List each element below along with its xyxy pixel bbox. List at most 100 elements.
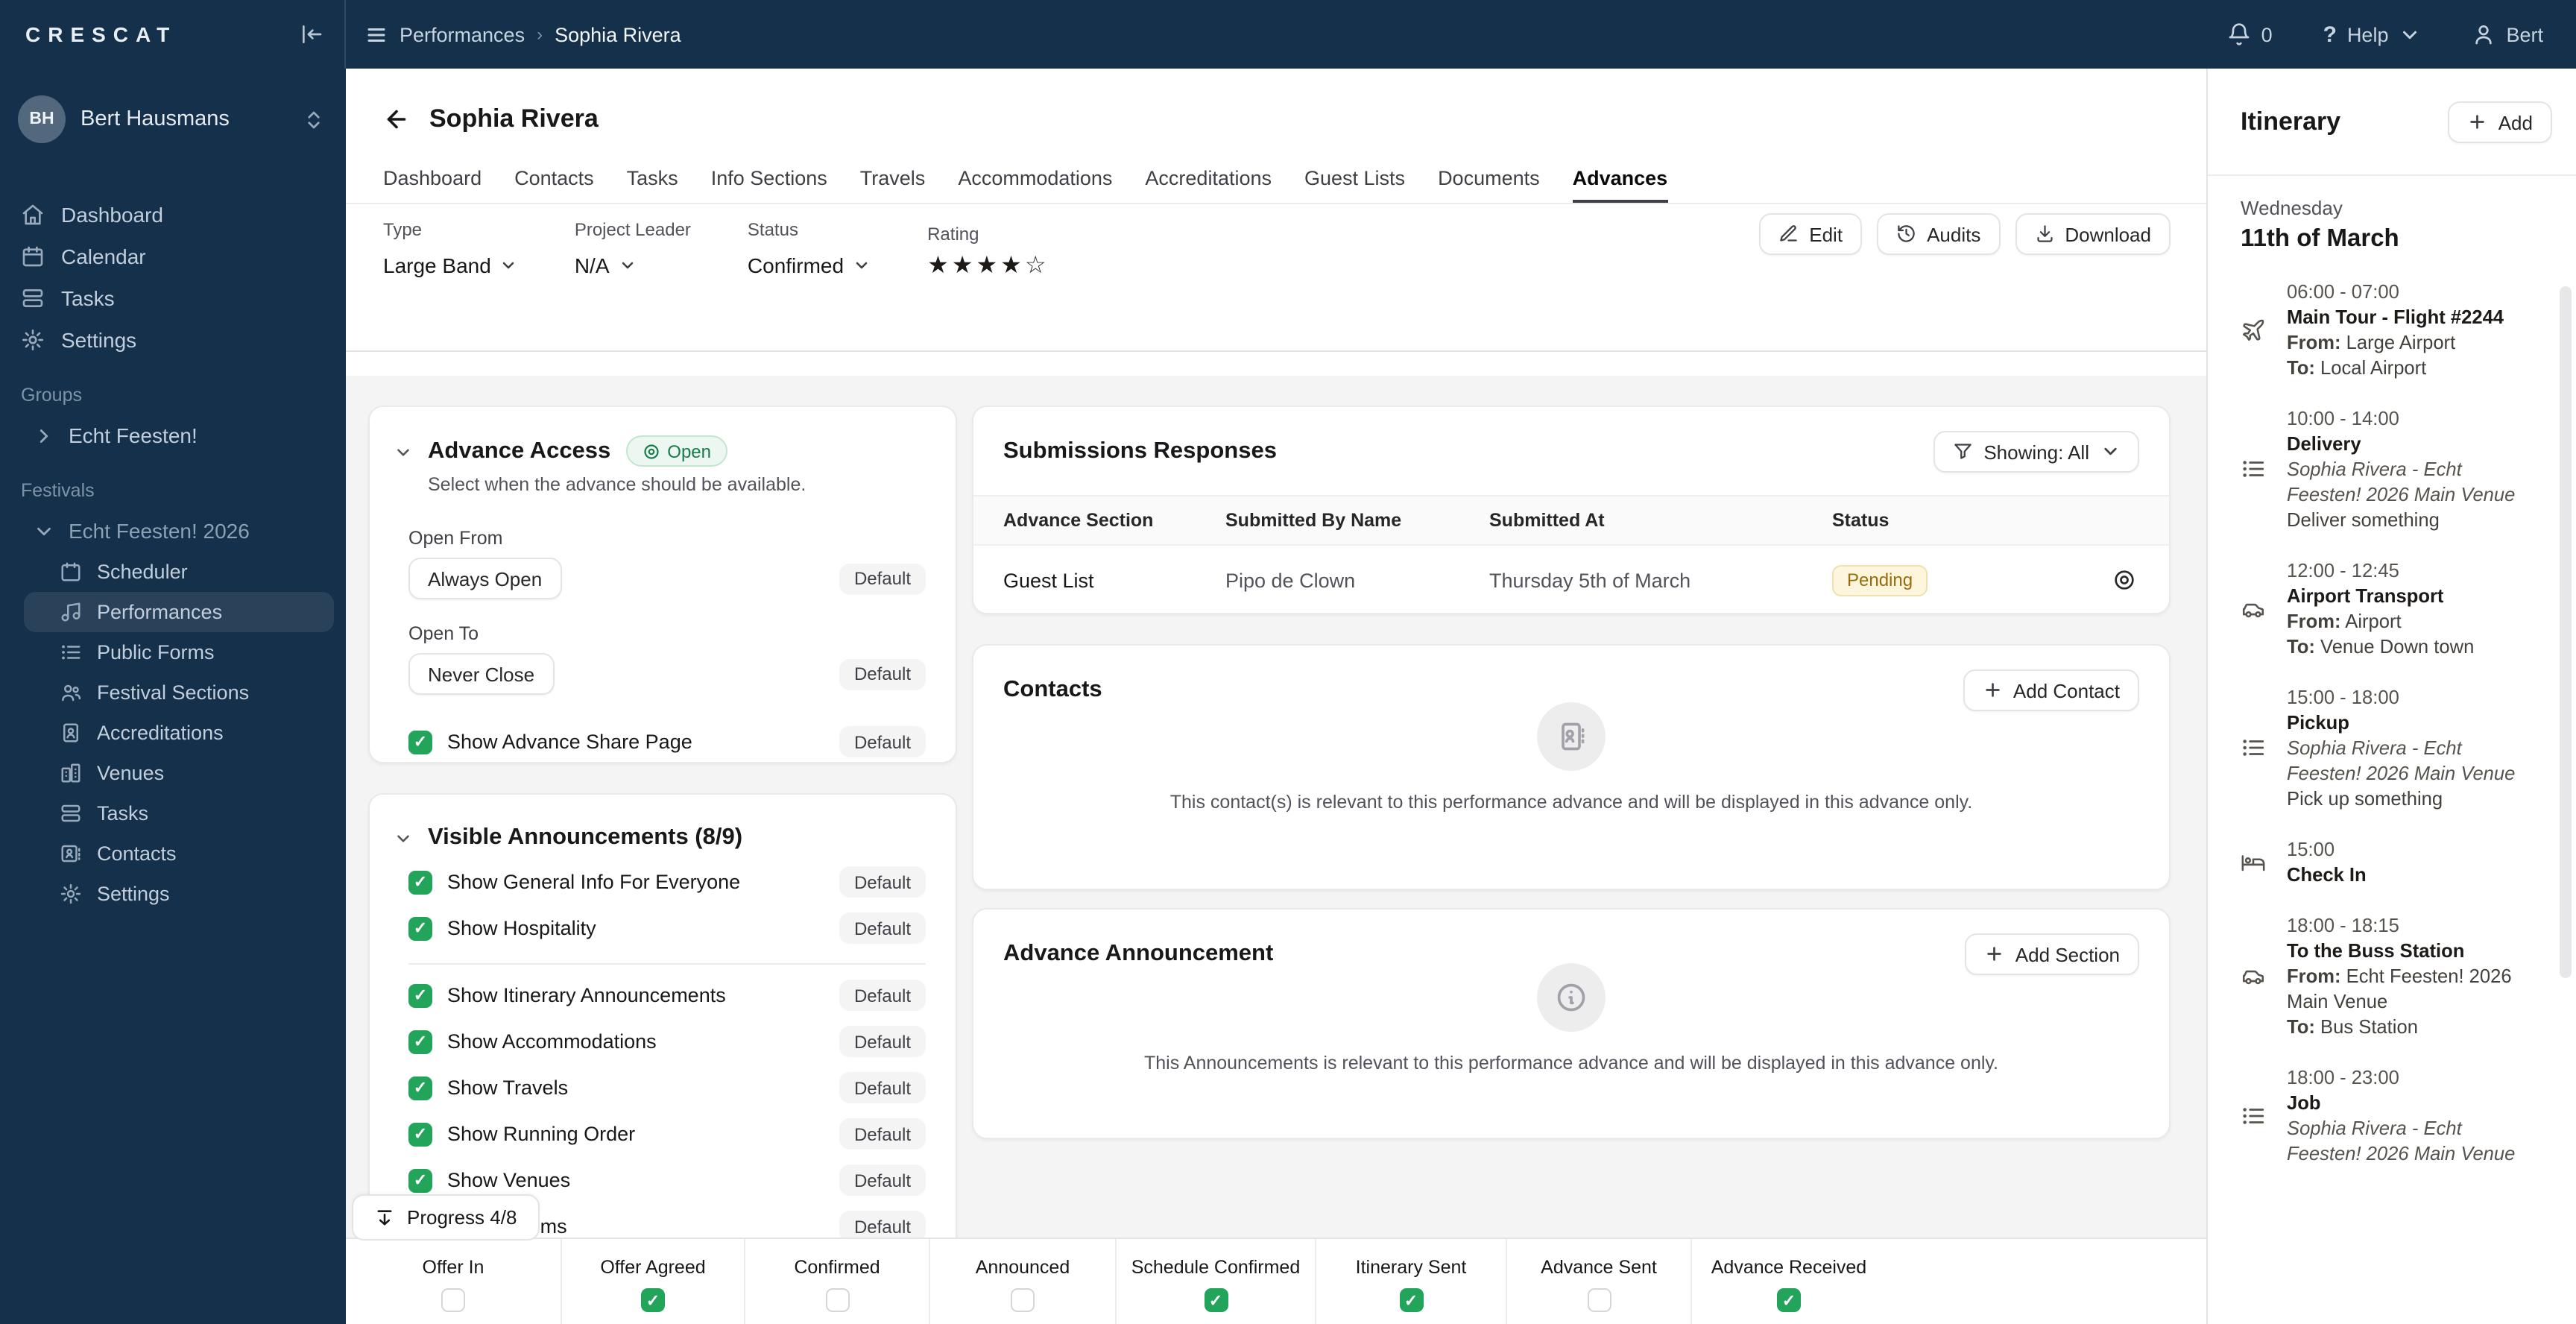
sidebar-item-label: Venues — [97, 762, 165, 784]
tab-travels[interactable]: Travels — [860, 167, 926, 203]
notifications-button[interactable]: 0 — [2227, 22, 2273, 46]
breadcrumb-section[interactable]: Performances — [400, 23, 525, 45]
submission-by: Pipo de Clown — [1225, 569, 1356, 591]
sidebar-item-accreditations[interactable]: Accreditations — [0, 713, 346, 753]
sidebar-item-festival-sections[interactable]: Festival Sections — [0, 672, 346, 713]
top-bar: CRESCAT Performances › Sophia Rivera 0 ?… — [0, 0, 2576, 69]
itinerary-event[interactable]: 15:00 - 18:00 Pickup Sophia Rivera - Ech… — [2241, 684, 2537, 811]
rating-stars[interactable]: ★★★★☆ — [927, 250, 1049, 280]
tab-accommodations[interactable]: Accommodations — [958, 167, 1112, 203]
sidebar-item-public-forms[interactable]: Public Forms — [0, 632, 346, 672]
collapse-chevron-icon[interactable] — [394, 443, 413, 462]
tab-documents[interactable]: Documents — [1438, 167, 1540, 203]
sidebar-festival-echt-feesten-2026[interactable]: Echt Feesten! 2026 — [0, 510, 346, 552]
status-checkbox[interactable] — [1204, 1288, 1228, 1312]
itinerary-event[interactable]: 18:00 - 18:15 To the Buss Station From: … — [2241, 912, 2537, 1039]
sidebar-user-name: Bert Hausmans — [80, 107, 230, 131]
tab-advances[interactable]: Advances — [1572, 167, 1668, 203]
announcement-checkbox[interactable] — [408, 1168, 432, 1192]
tab-accreditations[interactable]: Accreditations — [1145, 167, 1272, 203]
itinerary-scrollbar[interactable] — [2560, 286, 2572, 978]
itinerary-list[interactable]: Wednesday 11th of March 06:00 - 07:00 Ma… — [2208, 176, 2576, 1166]
announcement-label: Show Itinerary Announcements — [447, 984, 726, 1006]
audits-button[interactable]: Audits — [1877, 213, 2001, 255]
announcement-checkbox[interactable] — [408, 870, 432, 894]
status-checkbox[interactable] — [1011, 1288, 1035, 1312]
sidebar-item-scheduler[interactable]: Scheduler — [0, 552, 346, 592]
announcement-checkbox[interactable] — [408, 1122, 432, 1146]
open-from-button[interactable]: Always Open — [408, 558, 562, 599]
help-menu[interactable]: ? Help — [2323, 22, 2422, 47]
bed-icon — [2241, 849, 2269, 874]
sidebar-group-echt-feesten[interactable]: Echt Feesten! — [0, 414, 346, 456]
header-divider — [346, 350, 2206, 352]
announcement-checkbox[interactable] — [408, 916, 432, 940]
default-badge: Default — [839, 1164, 926, 1196]
open-to-label: Open To — [408, 623, 479, 644]
gear-icon — [60, 883, 81, 904]
edit-button[interactable]: Edit — [1759, 213, 1863, 255]
default-badge: Default — [839, 563, 926, 594]
submission-row[interactable]: Guest List Pipo de Clown Thursday 5th of… — [973, 546, 2169, 613]
share-page-label: Show Advance Share Page — [447, 731, 692, 753]
project-leader-dropdown[interactable]: N/A — [575, 253, 691, 277]
add-contact-button[interactable]: Add Contact — [1963, 669, 2139, 711]
itinerary-weekday: Wednesday — [2241, 197, 2343, 219]
itinerary-event[interactable]: 12:00 - 12:45 Airport Transport From: Ai… — [2241, 558, 2537, 659]
type-field: Type Large Band — [383, 219, 518, 277]
download-button[interactable]: Download — [2015, 213, 2171, 255]
tab-tasks[interactable]: Tasks — [627, 167, 678, 203]
collapse-chevron-icon[interactable] — [394, 828, 413, 848]
status-announced: Announced — [930, 1239, 1117, 1324]
type-dropdown[interactable]: Large Band — [383, 253, 518, 277]
chevron-down-icon — [856, 262, 868, 269]
sidebar-item-festival-tasks[interactable]: Tasks — [0, 793, 346, 833]
itinerary-event[interactable]: 06:00 - 07:00 Main Tour - Flight #2244 F… — [2241, 279, 2537, 380]
sidebar-item-venues[interactable]: Venues — [0, 753, 346, 793]
plus-icon — [1986, 683, 2000, 698]
sidebar-item-settings[interactable]: Settings — [0, 319, 346, 361]
view-submission-button[interactable] — [2112, 568, 2169, 592]
tab-dashboard[interactable]: Dashboard — [383, 167, 482, 203]
itinerary-event[interactable]: 15:00 Check In — [2241, 836, 2537, 887]
status-checkbox[interactable] — [641, 1288, 665, 1312]
add-itinerary-button[interactable]: Add — [2448, 101, 2552, 143]
sidebar-item-dashboard[interactable]: Dashboard — [0, 194, 346, 236]
share-page-checkbox[interactable] — [408, 730, 432, 754]
calendar-icon — [22, 246, 43, 267]
status-dropdown[interactable]: Confirmed — [748, 253, 871, 277]
event-venue: Sophia Rivera - Echt Feesten! 2026 Main … — [2287, 1117, 2516, 1164]
sidebar-item-performances[interactable]: Performances — [24, 592, 334, 632]
announcement-label: Show Running Order — [447, 1123, 636, 1145]
announcement-checkbox[interactable] — [408, 983, 432, 1007]
tab-contacts[interactable]: Contacts — [514, 167, 594, 203]
tab-info-sections[interactable]: Info Sections — [711, 167, 827, 203]
contacts-title: Contacts — [1003, 677, 1102, 702]
sidebar-collapse-icon[interactable] — [300, 22, 323, 46]
menu-icon[interactable] — [365, 23, 388, 45]
sidebar-user-switcher[interactable]: BH Bert Hausmans — [0, 83, 346, 155]
announcement-checkbox[interactable] — [408, 1030, 432, 1053]
sidebar-item-festival-settings[interactable]: Settings — [0, 874, 346, 914]
progress-button[interactable]: Progress 4/8 — [352, 1194, 540, 1241]
showing-filter-button[interactable]: Showing: All — [1933, 431, 2139, 473]
itinerary-event[interactable]: 18:00 - 23:00 Job Sophia Rivera - Echt F… — [2241, 1065, 2537, 1166]
add-section-button[interactable]: Add Section — [1965, 933, 2139, 975]
status-checkbox[interactable] — [1777, 1288, 1801, 1312]
sidebar-item-calendar[interactable]: Calendar — [0, 236, 346, 277]
open-to-button[interactable]: Never Close — [408, 653, 555, 695]
sidebar-item-tasks[interactable]: Tasks — [0, 277, 346, 319]
status-checkbox[interactable] — [1399, 1288, 1423, 1312]
back-button[interactable] — [383, 106, 410, 133]
announcement-checkbox[interactable] — [408, 1076, 432, 1100]
event-time: 18:00 - 18:15 — [2287, 914, 2399, 936]
column-status: Status — [1832, 510, 1890, 531]
sidebar-item-label: Performances — [97, 601, 223, 623]
status-checkbox[interactable] — [825, 1288, 849, 1312]
tab-guest-lists[interactable]: Guest Lists — [1304, 167, 1405, 203]
status-checkbox[interactable] — [441, 1288, 465, 1312]
status-checkbox[interactable] — [1587, 1288, 1611, 1312]
itinerary-event[interactable]: 10:00 - 14:00 Delivery Sophia Rivera - E… — [2241, 406, 2537, 532]
user-menu[interactable]: Bert — [2472, 22, 2543, 46]
sidebar-item-festival-contacts[interactable]: Contacts — [0, 833, 346, 874]
